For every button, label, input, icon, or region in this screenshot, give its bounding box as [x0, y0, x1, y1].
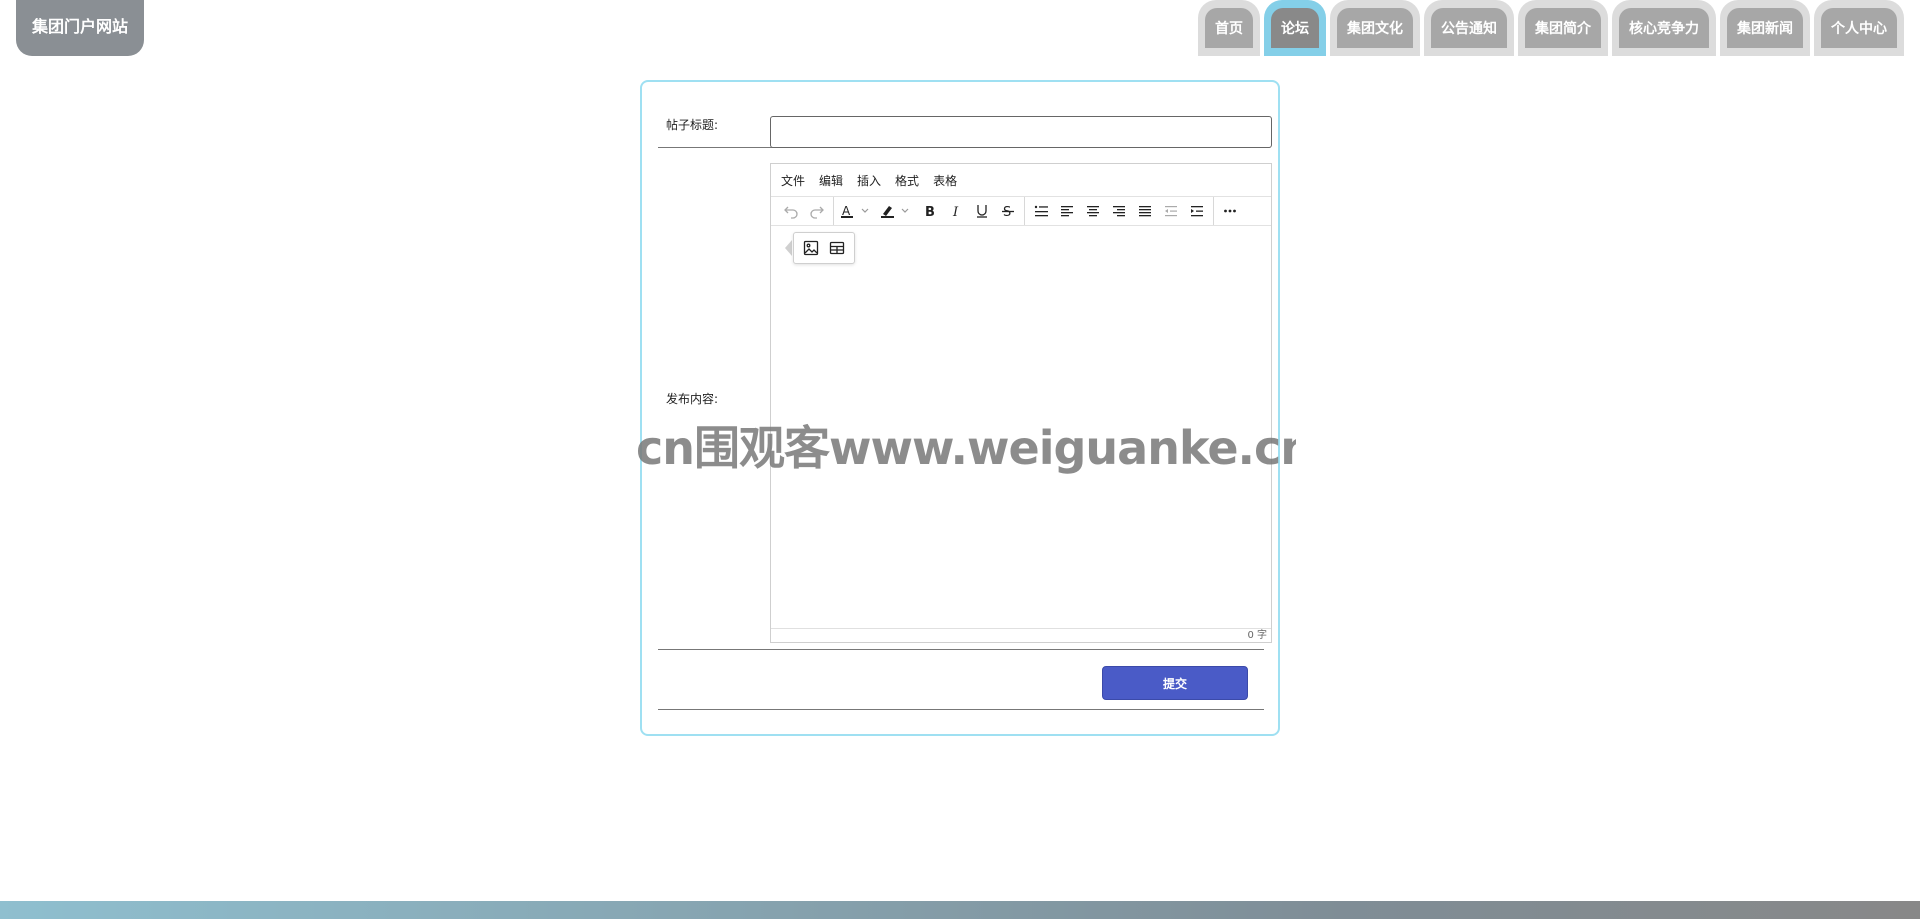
editor-menubar: 文件 编辑 插入 格式 表格: [771, 164, 1271, 196]
bullet-list-icon[interactable]: [1028, 199, 1054, 223]
submit-row: 提交: [658, 650, 1264, 710]
menu-format[interactable]: 格式: [895, 172, 919, 189]
menu-edit[interactable]: 编辑: [819, 172, 843, 189]
nav-tab-notices[interactable]: 公告通知: [1424, 0, 1514, 56]
nav-tab-forum[interactable]: 论坛: [1264, 0, 1326, 56]
more-icon[interactable]: [1217, 199, 1243, 223]
nav-tab-label: 集团文化: [1337, 8, 1413, 48]
table-icon[interactable]: [824, 236, 850, 260]
outdent-icon[interactable]: [1158, 199, 1184, 223]
quick-insert-pointer: [785, 240, 792, 256]
highlight-icon[interactable]: [877, 199, 917, 223]
nav-tab-label: 个人中心: [1821, 8, 1897, 48]
nav-tab-culture[interactable]: 集团文化: [1330, 0, 1420, 56]
nav-tab-label: 集团简介: [1525, 8, 1601, 48]
menu-insert[interactable]: 插入: [857, 172, 881, 189]
menu-table[interactable]: 表格: [933, 172, 957, 189]
site-logo[interactable]: 集团门户网站: [16, 0, 144, 56]
content-label: 发布内容:: [666, 392, 719, 406]
svg-text:A: A: [842, 204, 851, 218]
strikethrough-icon[interactable]: S: [995, 199, 1021, 223]
bold-icon[interactable]: B: [917, 199, 943, 223]
align-right-icon[interactable]: [1106, 199, 1132, 223]
nav-tab-home[interactable]: 首页: [1198, 0, 1260, 56]
image-icon[interactable]: [798, 236, 824, 260]
italic-icon[interactable]: I: [943, 199, 969, 223]
footer-bar: [0, 901, 1920, 919]
align-left-icon[interactable]: [1054, 199, 1080, 223]
svg-text:I: I: [952, 205, 959, 218]
title-label: 帖子标题:: [666, 118, 719, 132]
underline-icon[interactable]: [969, 199, 995, 223]
undo-icon[interactable]: [778, 199, 804, 223]
text-color-icon[interactable]: A: [837, 199, 877, 223]
nav-tab-news[interactable]: 集团新闻: [1720, 0, 1810, 56]
editor-content-area[interactable]: [771, 226, 1271, 630]
nav-tab-competitiveness[interactable]: 核心竞争力: [1612, 0, 1716, 56]
nav-tab-label: 论坛: [1271, 8, 1319, 48]
nav-tab-label: 首页: [1205, 8, 1253, 48]
nav-tab-about[interactable]: 集团简介: [1518, 0, 1608, 56]
post-title-input[interactable]: [770, 116, 1272, 148]
history-group: [775, 197, 834, 225]
align-center-icon[interactable]: [1080, 199, 1106, 223]
menu-file[interactable]: 文件: [781, 172, 805, 189]
redo-icon[interactable]: [804, 199, 830, 223]
post-form-card: 帖子标题: 发布内容: 文件 编辑 插入 格式 表格 A B I S 0 字 提…: [640, 80, 1280, 736]
format-group: A B I S: [834, 197, 1025, 225]
align-justify-icon[interactable]: [1132, 199, 1158, 223]
nav-tab-label: 核心竞争力: [1619, 8, 1709, 48]
svg-text:B: B: [925, 205, 935, 218]
editor-toolbar: A B I S: [771, 196, 1271, 226]
content-row: 发布内容: 文件 编辑 插入 格式 表格 A B I S 0 字: [658, 148, 1272, 650]
quick-insert-toolbar: [793, 232, 855, 264]
rich-text-editor: 文件 编辑 插入 格式 表格 A B I S 0 字: [770, 163, 1272, 643]
nav-tab-label: 公告通知: [1431, 8, 1507, 48]
indent-icon[interactable]: [1184, 199, 1210, 223]
main-nav: 首页 论坛 集团文化 公告通知 集团简介 核心竞争力 集团新闻 个人中心: [1198, 0, 1904, 56]
paragraph-group: [1025, 197, 1214, 225]
word-count: 0 字: [771, 628, 1271, 642]
submit-button[interactable]: 提交: [1102, 666, 1248, 700]
nav-tab-label: 集团新闻: [1727, 8, 1803, 48]
title-row: 帖子标题:: [658, 94, 1272, 148]
more-group: [1214, 197, 1246, 225]
nav-tab-profile[interactable]: 个人中心: [1814, 0, 1904, 56]
